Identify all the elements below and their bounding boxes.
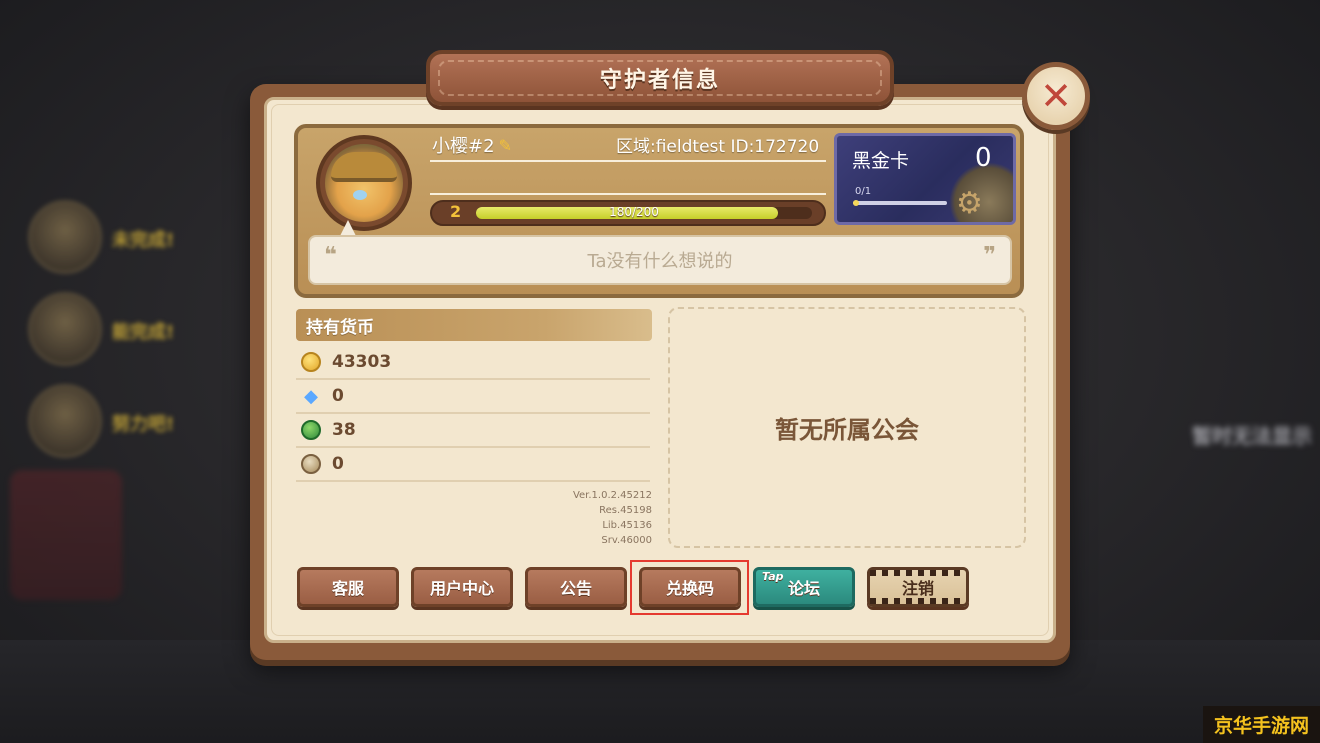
membership-card-count: 0 — [975, 143, 992, 173]
side-menu-icon-3 — [28, 384, 102, 458]
membership-card-progress-text: 0/1 — [855, 186, 872, 197]
currency-value: 43303 — [332, 352, 392, 372]
currency-row-egg: 0 — [296, 448, 650, 482]
background-red-panel — [10, 470, 122, 600]
player-level: 2 — [450, 202, 462, 221]
player-name-row: 小樱#2 ✎ — [432, 132, 512, 158]
currency-row-gold: 43303 — [296, 346, 650, 380]
egg-icon — [301, 454, 321, 474]
version-info: Ver.1.0.2.45212 Res.45198 Lib.45136 Srv.… — [540, 488, 652, 548]
user-center-button[interactable]: 用户中心 — [411, 567, 513, 607]
guild-status: 暂无所属公会 — [775, 416, 919, 444]
currency-row-green: 38 — [296, 414, 650, 448]
side-menu-icon-2 — [28, 292, 102, 366]
motto-text: Ta没有什么想说的 — [587, 251, 733, 272]
avatar-frame[interactable] — [316, 135, 412, 231]
close-button[interactable]: ✕ — [1022, 62, 1090, 130]
currency-value: 0 — [332, 386, 344, 406]
gold-coin-icon — [301, 352, 321, 372]
dialog-title: 守护者信息 — [599, 68, 720, 93]
pencil-icon[interactable]: ✎ — [499, 136, 512, 155]
diamond-icon: ◆ — [304, 385, 318, 407]
motto-box[interactable]: ❝ Ta没有什么想说的 ❞ — [308, 235, 1012, 285]
gear-icon: ⚙ — [956, 186, 983, 221]
currency-value: 38 — [332, 420, 356, 440]
currency-value: 0 — [332, 454, 344, 474]
xp-text: 180/200 — [609, 205, 659, 219]
logout-button[interactable]: 注销 — [867, 567, 969, 607]
divider — [430, 193, 826, 195]
notice-button[interactable]: 公告 — [525, 567, 627, 607]
dialog-title-banner: 守护者信息 — [426, 50, 894, 106]
side-menu-label-2: 能完成! — [112, 322, 175, 343]
support-button[interactable]: 客服 — [297, 567, 399, 607]
currency-title: 持有货币 — [306, 318, 374, 338]
forum-label: 论坛 — [787, 579, 820, 598]
watermark: 京华手游网 — [1203, 706, 1320, 743]
side-menu-label-3: 努力吧! — [112, 414, 175, 435]
membership-card-name: 黑金卡 — [852, 150, 910, 172]
version-srv: Srv.46000 — [601, 535, 652, 546]
version-ver: Ver.1.0.2.45212 — [572, 490, 652, 501]
close-icon: ✕ — [1040, 74, 1072, 118]
avatar — [325, 144, 403, 222]
guild-panel: 暂无所属公会 — [668, 307, 1026, 548]
region-id: 区域:fieldtest ID:172720 — [616, 137, 820, 157]
quote-close-icon: ❞ — [983, 243, 996, 268]
divider — [430, 160, 826, 162]
speech-bubble-tail — [340, 220, 356, 236]
version-res: Res.45198 — [599, 505, 652, 516]
side-menu-icon-1 — [28, 200, 102, 274]
background-right-label: 暂时无法显示 — [1192, 424, 1312, 448]
quote-open-icon: ❝ — [324, 243, 337, 268]
version-lib: Lib.45136 — [602, 520, 652, 531]
logout-label: 注销 — [901, 579, 934, 598]
player-name: 小樱#2 — [432, 136, 495, 157]
membership-card-progress-fill — [853, 200, 859, 206]
redeem-highlight-box — [630, 560, 749, 615]
taptap-logo: Tap — [762, 570, 784, 583]
forum-button[interactable]: Tap 论坛 — [753, 567, 855, 607]
currency-row-diamond: ◆ 0 — [296, 380, 650, 414]
membership-card-progress-bar — [853, 201, 947, 205]
green-orb-icon — [301, 420, 321, 440]
side-menu-label-1: 未完成! — [112, 230, 175, 251]
